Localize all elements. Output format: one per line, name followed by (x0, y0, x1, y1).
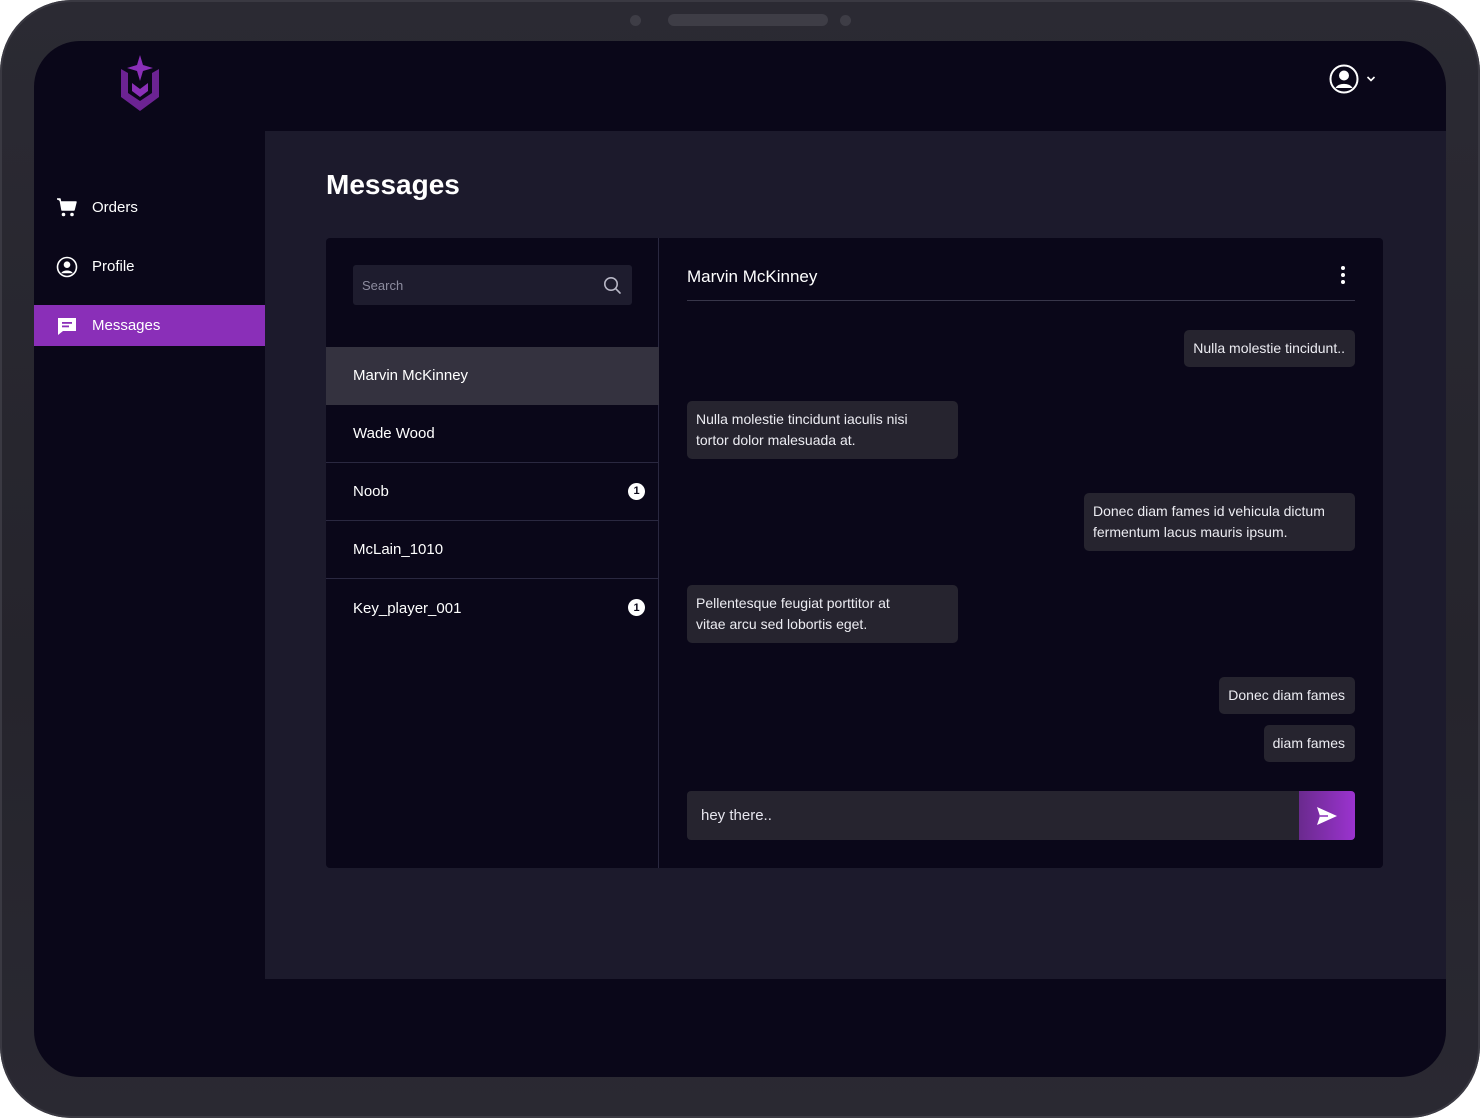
message-composer (687, 791, 1355, 840)
contact-item[interactable]: Marvin McKinney (326, 347, 659, 405)
message-input[interactable] (687, 791, 1297, 840)
sidebar-item-label: Orders (92, 199, 138, 216)
user-menu-button[interactable] (1328, 63, 1376, 95)
contact-list: Marvin McKinney Wade Wood Noob 1 McLain_… (326, 347, 659, 637)
contacts-panel: Marvin McKinney Wade Wood Noob 1 McLain_… (326, 238, 659, 868)
search-input[interactable] (353, 265, 593, 305)
chat-contact-name: Marvin McKinney (687, 267, 818, 286)
cart-icon (56, 197, 78, 219)
sensor-dot (840, 15, 851, 26)
send-button[interactable] (1299, 791, 1355, 840)
message-outgoing: Donec diam fames id vehicula dictum ferm… (1084, 493, 1355, 551)
contact-name: Key_player_001 (353, 599, 462, 617)
unread-badge: 1 (628, 482, 645, 500)
contact-item[interactable]: Wade Wood (326, 405, 659, 463)
sidebar-item-messages[interactable]: Messages (34, 305, 265, 346)
messages-card: Marvin McKinney Wade Wood Noob 1 McLain_… (326, 238, 1383, 868)
chat-bubble-icon (56, 315, 78, 337)
more-options-icon[interactable] (1337, 264, 1349, 288)
sidebar-item-label: Messages (92, 317, 161, 334)
send-icon (1317, 806, 1337, 825)
user-circle-icon (1329, 64, 1359, 94)
message-outgoing: Nulla molestie tincidunt.. (1184, 330, 1355, 367)
contact-item[interactable]: Key_player_001 1 (326, 579, 659, 637)
contact-name: Wade Wood (353, 425, 435, 442)
contact-name: Noob (353, 483, 389, 500)
contact-item[interactable]: McLain_1010 (326, 521, 659, 579)
camera-dot (630, 15, 641, 26)
sidebar-nav: Orders Profile Messages (34, 187, 265, 364)
app-screen: Orders Profile Messages Messages Search … (34, 41, 1446, 1077)
sidebar-item-label: Profile (92, 258, 135, 275)
page-title: Messages (326, 169, 460, 200)
message-incoming: Nulla molestie tincidunt iaculis nisi to… (687, 401, 958, 459)
speaker-grille (668, 14, 828, 26)
contact-name: Marvin McKinney (353, 367, 469, 384)
contact-name: McLain_1010 (353, 541, 444, 558)
sidebar-item-orders[interactable]: Orders (34, 187, 265, 228)
search-icon[interactable] (603, 276, 622, 300)
main-content: Messages Search Marvin McKinney Wade Woo… (265, 131, 1446, 979)
message-outgoing: Donec diam fames (1219, 677, 1355, 714)
message-incoming: Pellentesque feugiat porttitor at vitae … (687, 585, 958, 643)
contact-item[interactable]: Noob 1 (326, 463, 659, 521)
chat-header: Marvin McKinney (687, 238, 1355, 301)
tablet-frame: Orders Profile Messages Messages Search … (0, 0, 1480, 1118)
search-box (353, 265, 632, 305)
chat-panel: Marvin McKinney Nulla molestie tincidunt… (659, 238, 1383, 868)
message-outgoing: diam fames (1263, 725, 1355, 762)
chevron-down-icon (1366, 76, 1376, 82)
user-circle-icon (56, 256, 78, 278)
unread-badge: 1 (628, 599, 645, 616)
brand-logo[interactable] (118, 47, 162, 111)
sidebar-item-profile[interactable]: Profile (34, 246, 265, 287)
